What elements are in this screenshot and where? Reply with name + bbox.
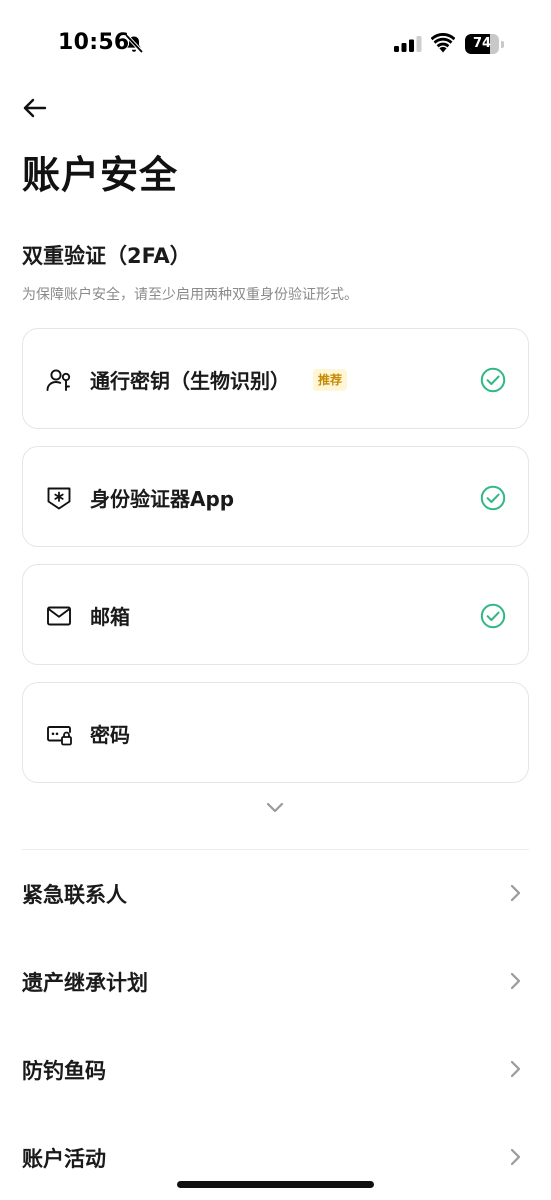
- two-factor-email-card[interactable]: 邮箱: [22, 564, 529, 665]
- bell-muted-icon: [125, 34, 143, 53]
- list-item-emergency-contact[interactable]: 紧急联系人: [22, 867, 529, 917]
- authenticator-label: 身份验证器App: [90, 487, 235, 511]
- mail-icon: [47, 606, 71, 626]
- two-factor-section-title: 双重验证（2FA）: [22, 244, 191, 268]
- passkey-label: 通行密钥（生物识别）: [90, 369, 290, 393]
- email-label: 邮箱: [90, 605, 130, 629]
- back-arrow-icon[interactable]: [20, 92, 52, 124]
- two-factor-password-card[interactable]: 密码: [22, 682, 529, 783]
- chevron-right-icon: [510, 972, 521, 990]
- password-label: 密码: [90, 723, 130, 747]
- chevron-down-icon[interactable]: [262, 798, 288, 818]
- battery-percent: 74: [472, 36, 492, 51]
- battery-indicator: 74: [465, 34, 505, 54]
- status-time: 10:56: [58, 30, 130, 55]
- check-circle-icon: [480, 367, 506, 393]
- section-divider: [22, 849, 529, 850]
- recommended-badge: 推荐: [313, 369, 348, 391]
- status-bar: 10:56 74: [0, 0, 551, 88]
- chevron-right-icon: [510, 1060, 521, 1078]
- list-item-inheritance-plan[interactable]: 遗产继承计划: [22, 955, 529, 1005]
- list-item-account-activity[interactable]: 账户活动: [22, 1131, 529, 1181]
- list-item-label: 账户活动: [22, 1147, 106, 1171]
- authenticator-shield-icon: [47, 487, 71, 510]
- cellular-signal-icon: [394, 36, 422, 52]
- list-item-label: 防钓鱼码: [22, 1059, 106, 1083]
- two-factor-authenticator-card[interactable]: 身份验证器App: [22, 446, 529, 547]
- passkey-person-icon: [46, 369, 71, 391]
- check-circle-icon: [480, 603, 506, 629]
- check-circle-icon: [480, 485, 506, 511]
- two-factor-passkey-card[interactable]: 通行密钥（生物识别） 推荐: [22, 328, 529, 429]
- two-factor-description: 为保障账户安全，请至少启用两种双重身份验证形式。: [22, 287, 358, 303]
- password-lock-icon: [47, 726, 72, 746]
- list-item-anti-phishing-code[interactable]: 防钓鱼码: [22, 1043, 529, 1093]
- page-title: 账户安全: [22, 153, 179, 197]
- list-item-label: 遗产继承计划: [22, 971, 148, 995]
- list-item-label: 紧急联系人: [22, 883, 127, 907]
- wifi-icon: [431, 33, 455, 53]
- chevron-right-icon: [510, 1148, 521, 1166]
- chevron-right-icon: [510, 884, 521, 902]
- home-indicator[interactable]: [177, 1181, 374, 1188]
